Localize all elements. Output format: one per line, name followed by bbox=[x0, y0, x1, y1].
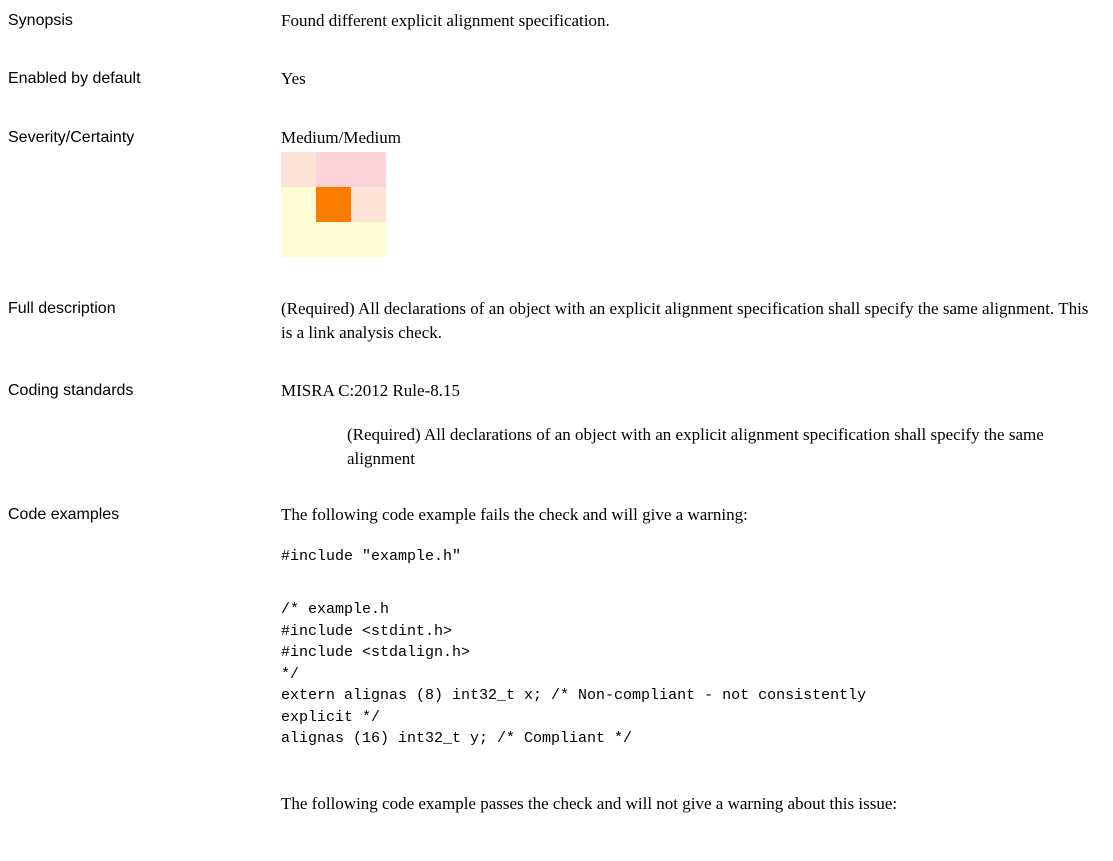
coding-standards-label: Coding standards bbox=[8, 382, 134, 399]
pass-intro-text: The following code example passes the ch… bbox=[281, 794, 898, 813]
severity-label: Severity/Certainty bbox=[8, 129, 135, 146]
enabled-text: Yes bbox=[281, 69, 306, 88]
full-description-text: (Required) All declarations of an object… bbox=[281, 299, 1089, 342]
coding-standard-name: MISRA C:2012 Rule-8.15 bbox=[281, 381, 460, 400]
code-examples-label: Code examples bbox=[8, 506, 120, 523]
matrix-cell bbox=[316, 222, 351, 257]
matrix-cell bbox=[351, 187, 386, 222]
fail-intro-text: The following code example fails the che… bbox=[281, 505, 748, 524]
matrix-cell-selected bbox=[316, 187, 351, 222]
coding-standard-detail: (Required) All declarations of an object… bbox=[347, 425, 1044, 468]
matrix-cell bbox=[281, 152, 316, 187]
full-description-label: Full description bbox=[8, 300, 116, 317]
matrix-cell bbox=[351, 152, 386, 187]
matrix-cell bbox=[316, 152, 351, 187]
matrix-cell bbox=[281, 187, 316, 222]
matrix-cell bbox=[281, 222, 316, 257]
enabled-label: Enabled by default bbox=[8, 70, 141, 87]
synopsis-label: Synopsis bbox=[8, 12, 73, 29]
matrix-cell bbox=[351, 222, 386, 257]
severity-certainty-matrix bbox=[281, 152, 386, 257]
synopsis-text: Found different explicit alignment speci… bbox=[281, 11, 610, 30]
fail-code-block: /* example.h #include <stdint.h> #includ… bbox=[281, 601, 867, 747]
severity-text: Medium/Medium bbox=[281, 128, 401, 147]
fail-code-include: #include "example.h" bbox=[281, 548, 462, 565]
